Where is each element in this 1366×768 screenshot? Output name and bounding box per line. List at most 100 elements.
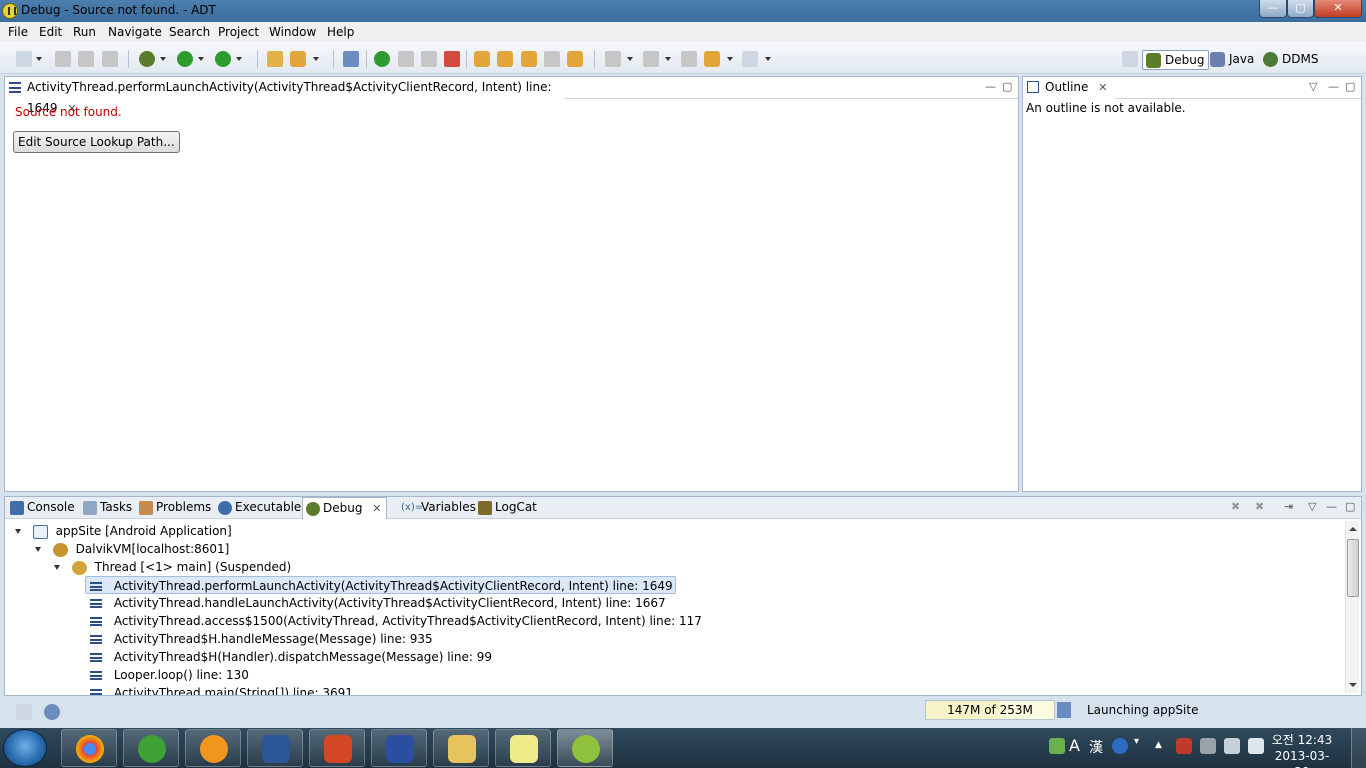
remove-terminated-icon[interactable]: ✖ <box>1231 500 1240 513</box>
stack-frame-row[interactable]: Looper.loop() line: 130 <box>90 666 249 684</box>
previous-annotation-dropdown-icon[interactable] <box>665 57 671 61</box>
taskbar-live-player[interactable] <box>371 729 427 767</box>
menu-project[interactable]: Project <box>218 25 259 39</box>
action-center-icon[interactable] <box>1176 738 1192 754</box>
perspective-debug[interactable]: Debug <box>1142 50 1210 70</box>
editor-tab[interactable]: ActivityThread.performLaunchActivity(Act… <box>5 77 565 115</box>
run-dropdown-icon[interactable] <box>198 57 204 61</box>
tab-logcat[interactable]: LogCat <box>475 497 537 519</box>
maximize-view-icon[interactable]: ▢ <box>1002 80 1012 93</box>
taskbar-sticky-notes[interactable] <box>495 729 551 767</box>
stack-frame-row[interactable]: ActivityThread.main(String[]) line: 3691 <box>90 684 353 695</box>
step-mode-icon[interactable]: ⇥ <box>1284 500 1293 513</box>
back-icon[interactable] <box>704 51 720 67</box>
taskbar-word[interactable] <box>247 729 303 767</box>
taskbar-messenger[interactable] <box>185 729 241 767</box>
suspend-icon[interactable] <box>398 51 414 67</box>
volume-icon[interactable] <box>1248 738 1264 754</box>
menu-file[interactable]: File <box>8 25 28 39</box>
stack-frame-row[interactable]: ActivityThread$H.handleMessage(Message) … <box>90 630 433 648</box>
terminate-icon[interactable] <box>421 51 437 67</box>
open-type-icon[interactable] <box>267 51 283 67</box>
next-annotation-dropdown-icon[interactable] <box>627 57 633 61</box>
menu-help[interactable]: Help <box>327 25 354 39</box>
close-outline-icon[interactable]: ✕ <box>1098 77 1107 98</box>
debug-dropdown-icon[interactable] <box>160 57 166 61</box>
debug-tree-scrollbar[interactable] <box>1345 521 1359 693</box>
step-into-icon[interactable] <box>474 51 490 67</box>
search-icon[interactable] <box>290 51 306 67</box>
perspective-java[interactable]: Java <box>1207 50 1258 70</box>
menu-navigate[interactable]: Navigate <box>108 25 162 39</box>
launch-node[interactable]: appSite [Android Application] <box>15 522 232 540</box>
ime-settings-icon[interactable]: ▾ <box>1134 736 1139 747</box>
new-dropdown-icon[interactable] <box>36 57 42 61</box>
outline-tab[interactable]: Outline ✕ <box>1023 77 1115 99</box>
skip-breakpoints-icon[interactable] <box>343 51 359 67</box>
menu-run[interactable]: Run <box>73 25 96 39</box>
menu-search[interactable]: Search <box>169 25 210 39</box>
taskbar-chrome[interactable] <box>61 729 117 767</box>
last-edit-location-icon[interactable] <box>681 51 697 67</box>
forward-icon[interactable] <box>742 51 758 67</box>
help-tray-icon[interactable] <box>1112 738 1128 754</box>
collapse-icon[interactable] <box>15 529 21 534</box>
start-button[interactable] <box>3 729 47 767</box>
resume-icon[interactable] <box>374 51 390 67</box>
use-step-filters-icon[interactable] <box>567 51 583 67</box>
scroll-down-icon[interactable] <box>1349 683 1357 687</box>
menu-window[interactable]: Window <box>269 25 316 39</box>
taskbar-utorrent[interactable] <box>123 729 179 767</box>
stack-frame-row[interactable]: ActivityThread.performLaunchActivity(Act… <box>85 576 676 594</box>
external-tools-dropdown-icon[interactable] <box>236 57 242 61</box>
step-return-icon[interactable] <box>521 51 537 67</box>
debug-icon[interactable] <box>139 51 155 67</box>
step-over-icon[interactable] <box>497 51 513 67</box>
minimize-view-icon[interactable]: — <box>1328 80 1339 93</box>
tab-problems[interactable]: Problems <box>136 497 211 519</box>
minimize-button[interactable]: — <box>1259 0 1287 18</box>
progress-icon[interactable] <box>44 704 60 720</box>
show-desktop-button[interactable] <box>1351 728 1366 768</box>
external-tools-icon[interactable] <box>215 51 231 67</box>
system-clock[interactable]: 오전 12:43 2013-03-29 <box>1270 732 1334 768</box>
thread-node[interactable]: Thread [<1> main] (Suspended) <box>54 558 291 576</box>
open-perspective-icon[interactable] <box>1122 51 1138 67</box>
scroll-up-icon[interactable] <box>1349 527 1357 531</box>
fast-view-icon[interactable] <box>16 704 32 720</box>
tab-variables[interactable]: (x)= Variables <box>401 497 476 519</box>
garbage-collect-icon[interactable] <box>1057 702 1071 718</box>
close-debug-tab-icon[interactable]: ✕ <box>372 498 381 519</box>
taskbar-explorer[interactable] <box>433 729 489 767</box>
display-icon[interactable] <box>1224 738 1240 754</box>
close-button[interactable]: ✕ <box>1314 0 1362 18</box>
scrollbar-thumb[interactable] <box>1347 539 1359 597</box>
remove-all-terminated-icon[interactable]: ✖ <box>1255 500 1264 513</box>
back-dropdown-icon[interactable] <box>727 57 733 61</box>
forward-dropdown-icon[interactable] <box>765 57 771 61</box>
drop-to-frame-icon[interactable] <box>544 51 560 67</box>
stack-frame-row[interactable]: ActivityThread.access$1500(ActivityThrea… <box>90 612 702 630</box>
safely-remove-icon[interactable] <box>1200 738 1216 754</box>
network-tray-icon[interactable] <box>1049 738 1065 754</box>
previous-annotation-icon[interactable] <box>643 51 659 67</box>
ime-mode[interactable]: A <box>1069 736 1080 755</box>
run-icon[interactable] <box>177 51 193 67</box>
tab-executables[interactable]: Executables <box>215 497 308 519</box>
maximize-view-icon[interactable]: ▢ <box>1345 80 1355 93</box>
collapse-icon[interactable] <box>35 547 41 552</box>
edit-source-lookup-button[interactable]: Edit Source Lookup Path... <box>13 131 180 153</box>
tab-tasks[interactable]: Tasks <box>80 497 132 519</box>
tab-debug[interactable]: Debug ✕ <box>302 497 387 519</box>
save-all-icon[interactable] <box>78 51 94 67</box>
vm-node[interactable]: DalvikVM[localhost:8601] <box>35 540 229 558</box>
print-icon[interactable] <box>102 51 118 67</box>
new-icon[interactable] <box>16 51 32 67</box>
stack-frame-row[interactable]: ActivityThread$H(Handler).dispatchMessag… <box>90 648 492 666</box>
maximize-button[interactable]: ▢ <box>1287 0 1314 18</box>
search-dropdown-icon[interactable] <box>313 57 319 61</box>
save-icon[interactable] <box>55 51 71 67</box>
show-hidden-icons[interactable]: ▲ <box>1155 740 1162 750</box>
taskbar-powerpoint[interactable] <box>309 729 365 767</box>
minimize-view-icon[interactable]: — <box>1326 500 1337 513</box>
